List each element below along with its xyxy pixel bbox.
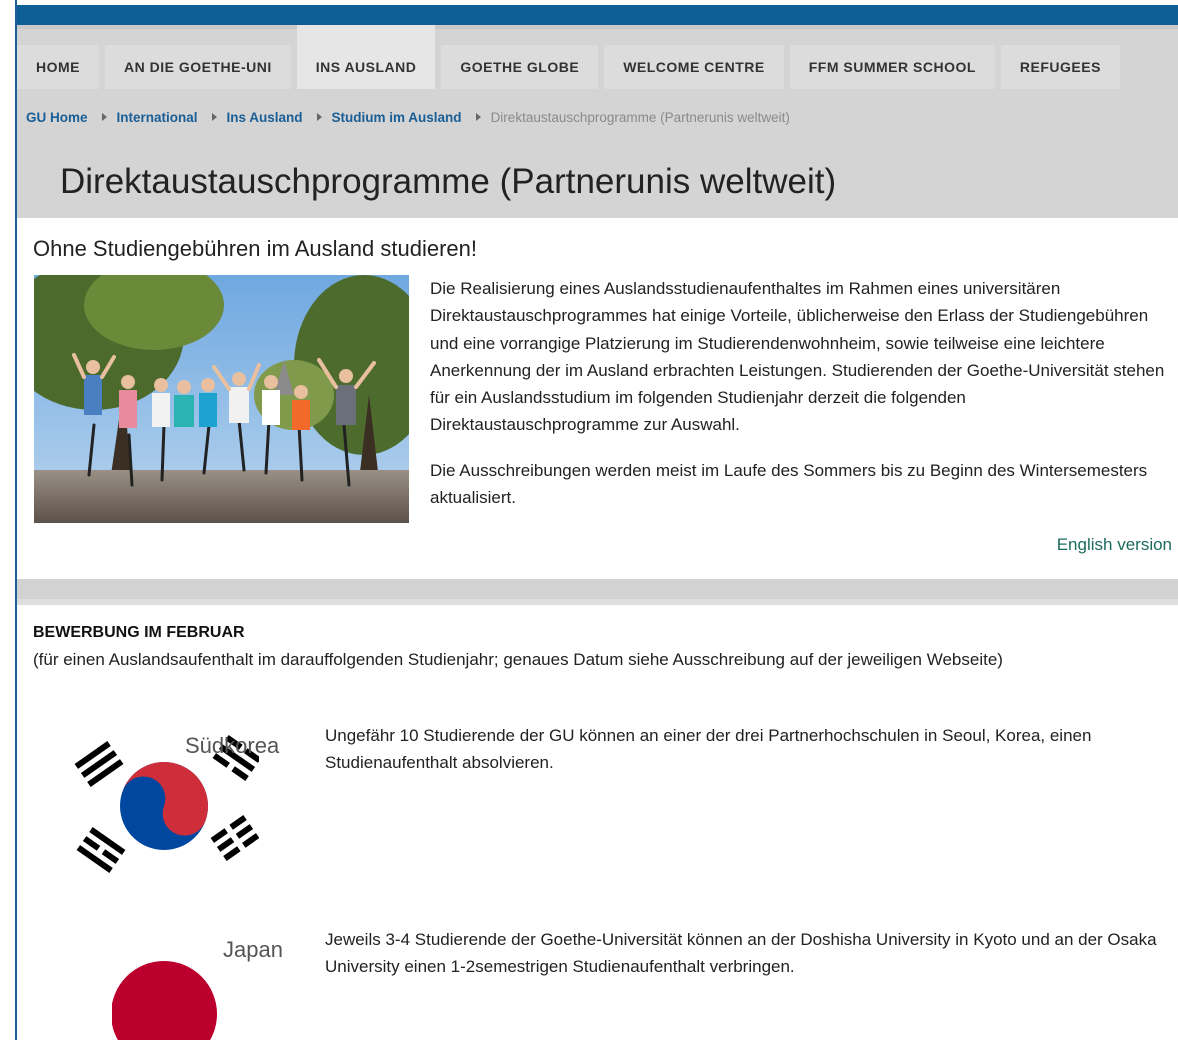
main-nav: HOME AN DIE GOETHE-UNI INS AUSLAND GOETH…: [17, 25, 1126, 89]
intro-paragraph-2: Die Ausschreibungen werden meist im Lauf…: [430, 460, 1148, 508]
section-subtitle: (für einen Auslandsaufenthalt im darauff…: [33, 650, 1003, 669]
country-name-suedkorea: Südkorea: [185, 733, 280, 758]
intro-text: Die Realisierung eines Auslandsstudienau…: [430, 275, 1170, 529]
nav-item-welcome-centre[interactable]: WELCOME CENTRE: [604, 45, 784, 89]
breadcrumb-studium-im-ausland[interactable]: Studium im Ausland: [332, 110, 462, 125]
breadcrumb-ins-ausland[interactable]: Ins Ausland: [227, 110, 303, 125]
page-frame: HOME AN DIE GOETHE-UNI INS AUSLAND GOETH…: [15, 0, 1178, 1040]
country-text-suedkorea: Ungefähr 10 Studierende der GU können an…: [325, 726, 1092, 773]
nav-item-an-die-goethe-uni[interactable]: AN DIE GOETHE-UNI: [105, 45, 291, 89]
section-divider: [17, 579, 1178, 605]
breadcrumb-separator-icon: [475, 113, 481, 121]
breadcrumb-gu-home[interactable]: GU Home: [26, 110, 88, 125]
english-version-link[interactable]: English version: [1057, 535, 1172, 555]
breadcrumb: GU Home International Ins Ausland Studiu…: [26, 108, 790, 126]
breadcrumb-current: Direktaustauschprogramme (Partnerunis we…: [490, 109, 790, 125]
breadcrumb-separator-icon: [101, 113, 107, 121]
breadcrumb-separator-icon: [211, 113, 217, 121]
students-jumping-photo: [34, 275, 409, 523]
top-bar: [17, 5, 1178, 25]
nav-item-ins-ausland[interactable]: INS AUSLAND: [296, 25, 436, 89]
nav-item-goethe-globe[interactable]: GOETHE GLOBE: [441, 45, 599, 89]
photo-illustration: [34, 275, 409, 523]
breadcrumb-separator-icon: [316, 113, 322, 121]
intro-paragraph-1: Die Realisierung eines Auslandsstudienau…: [430, 279, 1165, 435]
page-title: Direktaustauschprogramme (Partnerunis we…: [60, 162, 837, 201]
nav-item-ffm-summer-school[interactable]: FFM SUMMER SCHOOL: [789, 45, 995, 89]
japan-flag-icon: [111, 960, 217, 1040]
nav-item-refugees[interactable]: REFUGEES: [1000, 45, 1120, 89]
breadcrumb-international[interactable]: International: [117, 110, 198, 125]
intro-heading: Ohne Studiengebühren im Ausland studiere…: [33, 236, 477, 261]
section-heading: BEWERBUNG IM FEBRUAR: [33, 624, 245, 641]
nav-item-home[interactable]: HOME: [17, 45, 99, 89]
country-text-japan: Jeweils 3-4 Studierende der Goethe-Unive…: [325, 930, 1157, 977]
country-name-japan: Japan: [223, 937, 283, 962]
